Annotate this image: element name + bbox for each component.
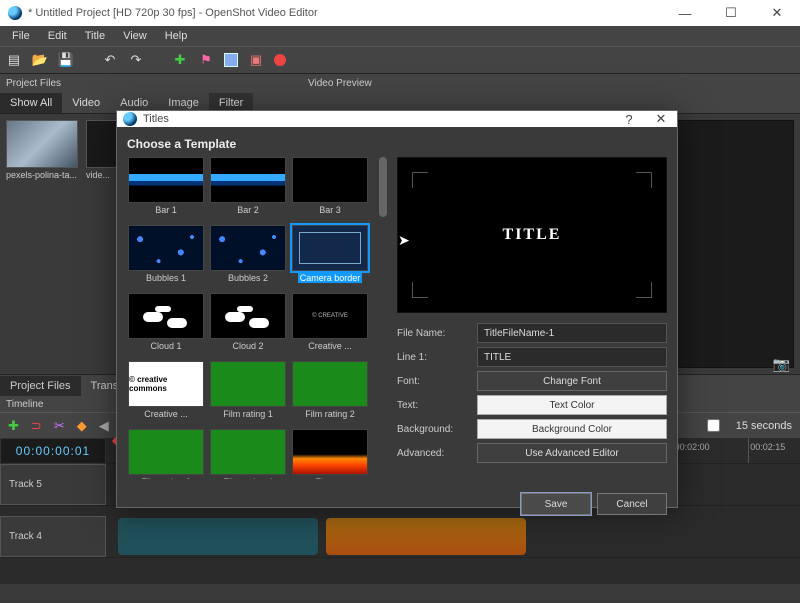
dialog-close-button[interactable]: ✕ <box>645 111 677 127</box>
template-thumbnail-icon <box>210 225 286 271</box>
template-label: Film rating 1 <box>223 409 273 419</box>
template-thumbnail-icon <box>292 225 368 271</box>
template-item[interactable]: © creative commons Creative ... <box>127 361 205 425</box>
template-thumbnail-icon <box>210 293 286 339</box>
template-item[interactable]: Bubbles 1 <box>127 225 205 289</box>
titles-dialog: Titles ? ✕ Choose a Template Bar 1Bar 2B… <box>116 110 678 508</box>
template-item[interactable]: Camera border <box>291 225 369 289</box>
template-thumbnail-icon <box>292 361 368 407</box>
dialog-titlebar[interactable]: Titles ? ✕ <box>117 111 677 127</box>
template-item[interactable]: Flames <box>291 429 369 479</box>
frame-corner-icon <box>412 282 428 298</box>
template-label: Film rating 4 <box>223 477 273 479</box>
template-item[interactable]: Cloud 2 <box>209 293 287 357</box>
dialog-help-button[interactable]: ? <box>613 112 645 127</box>
advanced-editor-button[interactable]: Use Advanced Editor <box>477 443 667 463</box>
line1-input[interactable] <box>477 347 667 367</box>
template-thumbnail-icon <box>292 429 368 475</box>
template-label: Flames <box>315 477 345 479</box>
choose-template-label: Choose a Template <box>127 137 667 151</box>
dialog-title: Titles <box>143 113 613 125</box>
template-thumbnail-icon <box>128 225 204 271</box>
template-thumbnail-icon: © creative commons <box>128 361 204 407</box>
app-logo-icon <box>123 112 137 126</box>
template-thumbnail-icon <box>128 429 204 475</box>
template-label: Bar 2 <box>237 205 259 215</box>
template-item[interactable]: Bubbles 2 <box>209 225 287 289</box>
template-label: Bar 3 <box>319 205 341 215</box>
background-label: Background: <box>397 424 471 435</box>
template-item[interactable]: Film rating 2 <box>291 361 369 425</box>
template-label: Film rating 2 <box>305 409 355 419</box>
title-preview-text: TITLE <box>503 226 562 244</box>
cancel-button[interactable]: Cancel <box>597 493 667 515</box>
template-item[interactable]: Film rating 4 <box>209 429 287 479</box>
text-color-label: Text: <box>397 400 471 411</box>
dialog-overlay: Titles ? ✕ Choose a Template Bar 1Bar 2B… <box>0 0 800 603</box>
template-label: Creative ... <box>144 409 188 419</box>
advanced-label: Advanced: <box>397 448 471 459</box>
template-list[interactable]: Bar 1 Bar 2 Bar 3 Bubbles 1 Bubbles 2 Camera … <box>127 157 389 479</box>
background-color-button[interactable]: Background Color <box>477 419 667 439</box>
template-label: Cloud 1 <box>150 341 181 351</box>
template-item[interactable]: Bar 2 <box>209 157 287 221</box>
change-font-button[interactable]: Change Font <box>477 371 667 391</box>
template-label: Bar 1 <box>155 205 177 215</box>
title-preview: TITLE <box>397 157 667 313</box>
template-label: Film rating 3 <box>141 477 191 479</box>
frame-corner-icon <box>636 282 652 298</box>
template-label: Bubbles 1 <box>146 273 186 283</box>
frame-corner-icon <box>412 172 428 188</box>
template-label: Creative ... <box>308 341 352 351</box>
template-item[interactable]: Cloud 1 <box>127 293 205 357</box>
line1-label: Line 1: <box>397 352 471 363</box>
template-thumbnail-icon <box>210 429 286 475</box>
template-thumbnail-icon <box>210 361 286 407</box>
template-thumbnail-icon <box>210 157 286 203</box>
template-thumbnail-icon <box>128 157 204 203</box>
template-label: Bubbles 2 <box>228 273 268 283</box>
template-item[interactable]: Film rating 3 <box>127 429 205 479</box>
font-label: Font: <box>397 376 471 387</box>
file-name-input[interactable] <box>477 323 667 343</box>
template-item[interactable]: Bar 3 <box>291 157 369 221</box>
file-name-label: File Name: <box>397 328 471 339</box>
template-scrollbar[interactable] <box>377 157 389 479</box>
title-properties-pane: TITLE File Name: Line 1: Font: Change Fo… <box>397 157 667 479</box>
template-item[interactable]: Film rating 1 <box>209 361 287 425</box>
template-item[interactable]: © CREATIVE Creative ... <box>291 293 369 357</box>
save-button[interactable]: Save <box>521 493 591 515</box>
template-thumbnail-icon <box>292 157 368 203</box>
frame-corner-icon <box>636 172 652 188</box>
template-thumbnail-icon <box>128 293 204 339</box>
dialog-button-row: Save Cancel <box>117 487 677 521</box>
template-item[interactable]: Bar 1 <box>127 157 205 221</box>
text-color-button[interactable]: Text Color <box>477 395 667 415</box>
template-label: Cloud 2 <box>232 341 263 351</box>
template-label: Camera border <box>298 273 363 283</box>
template-thumbnail-icon: © CREATIVE <box>292 293 368 339</box>
